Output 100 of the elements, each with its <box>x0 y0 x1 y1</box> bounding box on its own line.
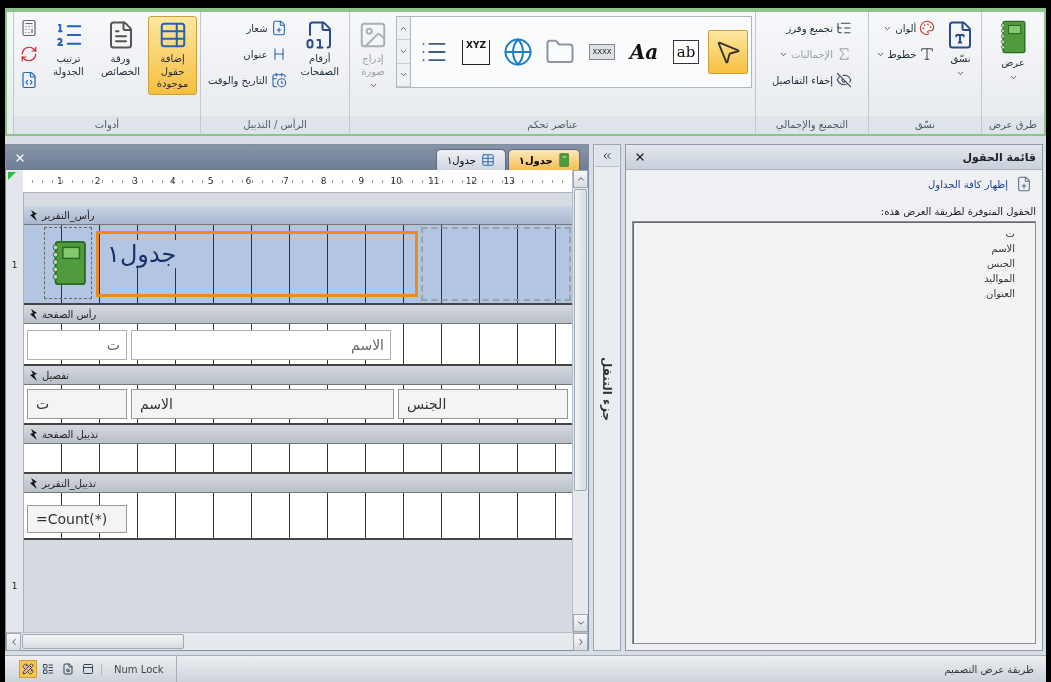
ribbon-group-label: التجميع والإجمالي <box>756 116 868 134</box>
ruler-number: 1 <box>55 175 63 188</box>
ribbon-button[interactable]: عرض <box>985 16 1041 86</box>
label-tool-button[interactable]: Aa <box>624 30 664 74</box>
ribbon-button[interactable]: ألوان <box>871 16 940 40</box>
field-item[interactable]: الجنس <box>653 258 1015 269</box>
view-name: طريقة عرض التصميم <box>943 663 1035 675</box>
scroll-thumb[interactable] <box>22 634 184 649</box>
ruler-number: 8 <box>319 175 327 188</box>
ribbon-button[interactable]: ترتيب الجدولة <box>44 16 93 82</box>
calculator-icon <box>20 19 38 37</box>
ribbon-button[interactable]: أرقام الصفحات <box>293 16 346 82</box>
ribbon-button[interactable]: شعار <box>204 16 291 40</box>
ribbon-button[interactable]: نسّق <box>942 16 979 82</box>
code-file-icon <box>20 71 38 89</box>
ribbon-button[interactable]: تجميع وفرز <box>768 16 856 40</box>
palette-icon <box>919 20 936 36</box>
num-lock-indicator: Num Lock <box>101 663 176 675</box>
field-item[interactable]: الاسم <box>653 243 1015 254</box>
ribbon-button[interactable]: عنوان <box>204 42 291 66</box>
ruler-number: 1 <box>11 260 18 270</box>
section-marker-icon <box>30 428 38 440</box>
ribbon-button[interactable]: خطوط <box>871 42 940 66</box>
table-icon <box>480 153 495 167</box>
vertical-scrollbar[interactable] <box>572 170 588 632</box>
notebook-icon <box>999 20 1027 54</box>
field-list-caption: الحقول المتوفرة لطريقة العرض هذه: <box>879 205 1037 219</box>
ruler-number: 5 <box>206 175 214 188</box>
section-bar[interactable]: تذييل_التقرير <box>24 474 572 493</box>
section-marker-icon <box>30 209 38 221</box>
scroll-right-button[interactable] <box>573 633 588 651</box>
section-marker-icon <box>30 308 38 320</box>
document-tab[interactable]: جدول١ <box>507 149 580 170</box>
ruler-number: 4 <box>169 175 176 188</box>
notebook-icon <box>49 240 87 286</box>
section-bar[interactable]: تفصيل <box>24 366 572 385</box>
field-item[interactable]: المواليد <box>653 273 1015 284</box>
ribbon-button[interactable]: إضافة حقول موجودة <box>148 16 197 95</box>
field-item[interactable]: ت <box>653 228 1015 239</box>
font-icon <box>919 46 936 62</box>
ribbon-group-label: أدوات <box>14 116 200 134</box>
select-tool-button[interactable] <box>708 30 748 74</box>
section-title: تفصيل <box>42 369 70 381</box>
section-marker-icon <box>30 369 38 381</box>
text-box-tool-button[interactable]: ab <box>666 30 706 74</box>
section-bar[interactable]: رأس الصفحة <box>24 305 572 324</box>
section-bar[interactable]: تذييل الصفحة <box>24 425 572 444</box>
field-text-box[interactable]: الاسم <box>131 389 394 419</box>
scroll-up-button[interactable] <box>573 170 588 188</box>
caret-icon <box>368 81 378 90</box>
show-all-tables-link[interactable]: إظهار كافة الجداول <box>928 178 1008 190</box>
ribbon-button[interactable]: التاريخ والوقت <box>204 68 291 92</box>
hide-details-icon <box>836 72 852 88</box>
view-icon <box>82 663 94 675</box>
section-title: تذييل الصفحة <box>42 428 98 440</box>
scroll-left-button[interactable] <box>6 633 21 651</box>
picture-icon <box>358 20 388 50</box>
triangle-icon <box>8 172 16 180</box>
scroll-down-button[interactable] <box>573 614 588 632</box>
group-sort-icon <box>836 20 852 36</box>
sigma-icon <box>836 46 852 62</box>
calendar-clock-icon <box>270 72 287 88</box>
ruler-number: 11 <box>427 175 440 188</box>
ribbon-group-label: الرأس / التذييل <box>201 116 349 134</box>
ruler-number: 13 <box>502 175 515 188</box>
ruler-number: 3 <box>131 175 139 188</box>
field-text-box[interactable]: الجنس <box>398 389 568 419</box>
view-icon <box>22 663 34 675</box>
ruler-number: 9 <box>357 175 365 188</box>
ribbon-button[interactable]: ورقة الخصائص <box>96 16 145 82</box>
view-icon <box>42 663 54 675</box>
expand-pane-button[interactable] <box>595 145 619 167</box>
design-view-button[interactable] <box>19 660 37 678</box>
field-label[interactable]: الاسم <box>131 330 391 360</box>
logo-control[interactable] <box>44 227 92 299</box>
ruler-number: 10 <box>389 175 402 188</box>
ruler-number: 2 <box>93 175 101 188</box>
ruler-number: 7 <box>282 175 289 188</box>
select-report-corner[interactable] <box>6 170 23 193</box>
field-text-box[interactable]: ت <box>27 389 127 419</box>
globe-icon <box>503 37 533 67</box>
field-label[interactable]: ت <box>27 330 127 360</box>
section-title: رأس_التقرير <box>42 209 95 221</box>
report-title-label[interactable]: جدول١ <box>96 231 418 297</box>
section-bar[interactable]: رأس_التقرير <box>24 206 572 225</box>
view-icon <box>62 663 74 675</box>
ribbon-button[interactable]: إخفاء التفاصيل <box>768 68 856 92</box>
horizontal-scrollbar[interactable] <box>6 632 588 650</box>
field-text-box[interactable]: =Count(*) <box>27 505 127 533</box>
notebook-icon <box>557 153 569 167</box>
ribbon-group-label: طرق عرض <box>982 116 1044 134</box>
frame-tool-button[interactable]: XYZ <box>456 30 496 74</box>
field-item[interactable]: العنوان <box>653 288 1015 299</box>
ribbon-group-label: نسّق <box>869 116 981 134</box>
ribbon-group-label: عناصر تحكم <box>350 116 755 134</box>
scroll-thumb[interactable] <box>574 189 587 491</box>
navigation-pane-label[interactable]: جزء التنقل <box>600 357 614 422</box>
panel-title: قائمة الحقول <box>962 150 1036 164</box>
close-icon <box>634 151 646 163</box>
document-tab[interactable]: جدول١ <box>435 149 506 170</box>
